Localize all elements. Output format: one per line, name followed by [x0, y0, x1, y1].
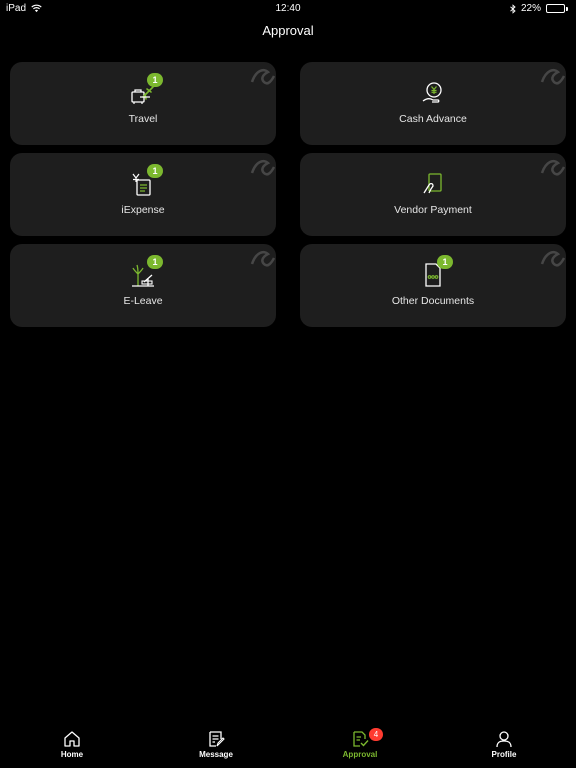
cash-advance-icon [422, 82, 442, 103]
travel-card[interactable]: 1 Travel [10, 62, 276, 145]
card-badge: 1 [147, 164, 163, 178]
page-title: Approval [262, 23, 314, 38]
card-label: Vendor Payment [394, 204, 472, 216]
vendor-payment-icon [423, 173, 442, 194]
card-badge: 1 [437, 255, 453, 269]
card-label: E-Leave [123, 295, 163, 307]
battery-percent: 22% [520, 3, 541, 14]
card-label: Cash Advance [399, 113, 467, 125]
other-documents-card[interactable]: 1 Other Documents [300, 244, 566, 327]
battery-icon [546, 4, 568, 13]
card-label: Travel [128, 113, 158, 125]
card-label: iExpense [121, 204, 165, 216]
vendor-payment-card[interactable]: Vendor Payment [300, 153, 566, 236]
tab-label: Approval [342, 750, 378, 759]
profile-icon [496, 731, 512, 748]
card-badge: 1 [147, 73, 163, 87]
status-time: 12:40 [275, 3, 301, 14]
iexpense-card[interactable]: 1 iExpense [10, 153, 276, 236]
watermark-icon [540, 250, 566, 267]
approval-grid: 1 Travel Cash Advance 1 iExpense Vendor … [10, 62, 566, 327]
tab-label: Message [199, 750, 233, 759]
watermark-icon [250, 159, 276, 176]
tab-approval[interactable]: 4 Approval [310, 728, 410, 768]
watermark-icon [540, 159, 566, 176]
card-badge: 1 [147, 255, 163, 269]
watermark-icon [540, 68, 566, 85]
bluetooth-icon [510, 3, 516, 14]
tab-home[interactable]: Home [22, 730, 122, 768]
status-bar: iPad 12:40 22% [0, 0, 576, 18]
tab-message[interactable]: Message [166, 730, 266, 768]
message-icon [209, 731, 225, 747]
tab-label: Home [60, 750, 84, 759]
tab-label: Profile [491, 750, 517, 759]
tab-bar: Home Message 4 Approval Profile [0, 728, 576, 768]
watermark-icon [250, 250, 276, 267]
home-icon [64, 731, 80, 747]
eleave-card[interactable]: 1 E-Leave [10, 244, 276, 327]
approval-icon [353, 731, 369, 747]
approval-count-badge: 4 [369, 728, 383, 741]
watermark-icon [250, 68, 276, 85]
tab-profile[interactable]: Profile [454, 730, 554, 768]
cash-advance-card[interactable]: Cash Advance [300, 62, 566, 145]
card-label: Other Documents [391, 295, 475, 307]
